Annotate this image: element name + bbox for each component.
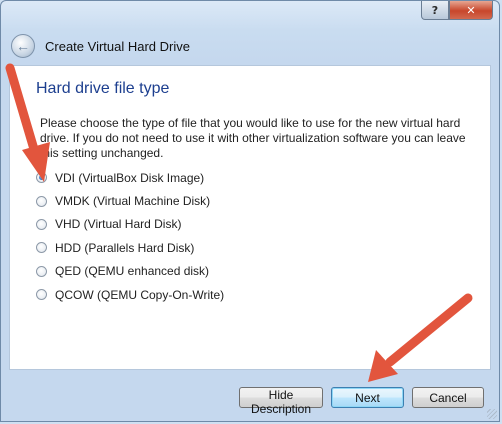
- hide-description-button[interactable]: Hide Description: [239, 387, 323, 416]
- radio-label-qed[interactable]: QED (QEMU enhanced disk): [55, 264, 209, 278]
- radio-label-vdi[interactable]: VDI (VirtualBox Disk Image): [55, 171, 204, 185]
- caption-buttons: ? ✕: [421, 1, 493, 20]
- radio-option-hdd[interactable]: HDD (Parallels Hard Disk): [36, 236, 224, 259]
- radio-button-hdd[interactable]: [36, 242, 47, 254]
- radio-button-vmdk[interactable]: [36, 195, 47, 207]
- back-arrow-icon: ←: [16, 38, 30, 54]
- radio-option-vdi[interactable]: VDI (VirtualBox Disk Image): [36, 166, 224, 189]
- button-bar: Hide Description Next Cancel: [1, 371, 499, 421]
- resize-grip[interactable]: [487, 409, 497, 419]
- next-button[interactable]: Next: [331, 387, 404, 408]
- help-button[interactable]: ?: [421, 1, 449, 20]
- page-heading: Hard drive file type: [36, 80, 170, 97]
- radio-button-vdi[interactable]: [36, 172, 47, 184]
- back-button[interactable]: ←: [11, 34, 35, 58]
- file-type-radio-group: VDI (VirtualBox Disk Image) VMDK (Virtua…: [36, 166, 224, 306]
- content-panel: Hard drive file type Please choose the t…: [9, 65, 491, 370]
- page-description: Please choose the type of file that you …: [40, 116, 466, 160]
- radio-button-qed[interactable]: [36, 265, 47, 277]
- close-button[interactable]: ✕: [449, 1, 493, 20]
- radio-button-qcow[interactable]: [36, 289, 47, 301]
- cancel-button[interactable]: Cancel: [412, 387, 484, 408]
- wizard-title: Create Virtual Hard Drive: [45, 39, 190, 54]
- radio-option-vhd[interactable]: VHD (Virtual Hard Disk): [36, 213, 224, 236]
- radio-label-vmdk[interactable]: VMDK (Virtual Machine Disk): [55, 194, 210, 208]
- wizard-window: ? ✕ ← Create Virtual Hard Drive Hard dri…: [0, 0, 500, 422]
- radio-label-hdd[interactable]: HDD (Parallels Hard Disk): [55, 241, 194, 255]
- radio-option-vmdk[interactable]: VMDK (Virtual Machine Disk): [36, 189, 224, 212]
- radio-option-qcow[interactable]: QCOW (QEMU Copy-On-Write): [36, 283, 224, 306]
- radio-option-qed[interactable]: QED (QEMU enhanced disk): [36, 260, 224, 283]
- radio-button-vhd[interactable]: [36, 218, 47, 230]
- radio-label-qcow[interactable]: QCOW (QEMU Copy-On-Write): [55, 288, 224, 302]
- radio-label-vhd[interactable]: VHD (Virtual Hard Disk): [55, 217, 181, 231]
